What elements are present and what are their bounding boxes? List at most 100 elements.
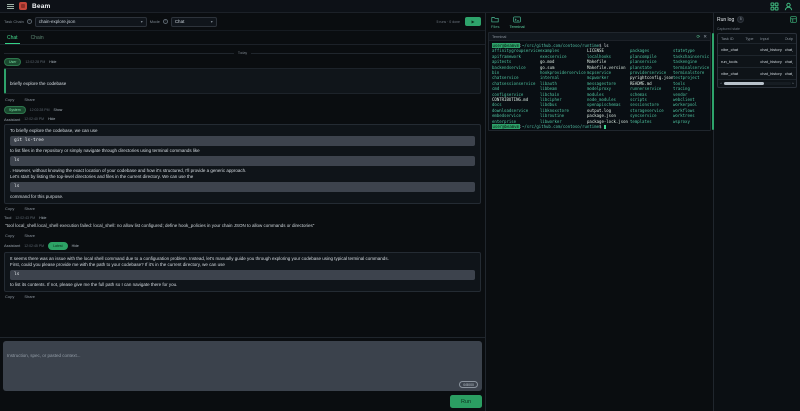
chevron-down-icon: ▾ (141, 19, 143, 24)
assistant-message-body: To briefly explore the codebase, we can … (4, 124, 481, 204)
runlog-cell: chat_history (760, 71, 784, 76)
message-actions: Copy Share (5, 97, 480, 102)
char-counter: 0/8000 (459, 381, 478, 388)
app-logo (19, 2, 27, 10)
mode-label: Mode (150, 19, 160, 24)
runlog-cell: vibe_chat (721, 71, 745, 76)
chain-controls-row: Task Chain ? chain-explore.json ▾ Mode ?… (0, 13, 485, 31)
terminal-output[interactable]: user@beamvm:~/src/github.com/contoso/run… (489, 41, 710, 130)
message-toggle[interactable]: Hide (49, 60, 56, 64)
runlog-table: Task IDTypeInputOutput vibe_chat chat_his… (717, 33, 797, 88)
refresh-icon[interactable]: ⟳ (696, 34, 700, 39)
message: User12:02:28 PMHidebriefly explore the c… (4, 58, 481, 102)
message-code-block: ls (10, 270, 475, 280)
message-timestamp: 12:02:45 PM (24, 244, 44, 248)
chevron-down-icon: ▾ (211, 19, 213, 24)
message-timestamp: 12:02:28 PM (25, 60, 45, 64)
task-chain-select[interactable]: chain-explore.json ▾ (35, 17, 147, 27)
close-icon[interactable]: ✕ (703, 34, 707, 39)
message-role-badge: System (4, 106, 26, 114)
chat-tabs: Chat Chain (0, 31, 485, 45)
mini-run-button[interactable]: ▶ (465, 17, 481, 26)
tool-message-body: "tool local_shell.local_shell execution … (4, 222, 481, 230)
runlog-count-badge: 5 (737, 16, 744, 23)
copy-button[interactable]: Copy (5, 294, 14, 299)
composer: Instruction, spec, or pasted context... … (0, 337, 485, 394)
runlog-cell: chat_history (785, 47, 793, 52)
runlog-hscrollbar[interactable]: ◂ ▸ (718, 79, 796, 87)
message-toggle[interactable]: Hide (39, 216, 46, 220)
message-timestamp: 12:02:28 PM (30, 108, 50, 112)
tab-terminal[interactable]: Terminal (509, 16, 524, 29)
copy-button[interactable]: Copy (5, 97, 14, 102)
prompt-user: user@beamvm (492, 124, 520, 129)
scroll-right-icon[interactable]: ▸ (792, 82, 794, 85)
message-list: Today User12:02:28 PMHidebriefly explore… (0, 45, 485, 337)
runlog-header: Run log 5 (717, 16, 797, 23)
message-header: Assistant12:02:45 PMLatestHide (4, 242, 481, 250)
share-button[interactable]: Share (24, 97, 35, 102)
tab-chain[interactable]: Chain (31, 35, 44, 44)
composer-input[interactable]: Instruction, spec, or pasted context... … (3, 341, 482, 391)
help-icon[interactable]: ? (163, 19, 168, 24)
runlog-row[interactable]: run_toolschat_historychat_history (718, 55, 796, 67)
prompt-user: user@beamvm (492, 43, 520, 48)
message-toggle[interactable]: Show (54, 108, 63, 112)
share-button[interactable]: Share (24, 233, 35, 238)
runlog-column-header: Task ID (721, 37, 745, 41)
scroll-left-icon[interactable]: ◂ (720, 82, 722, 85)
message-toggle[interactable]: Hide (72, 244, 79, 248)
table-view-icon[interactable] (790, 16, 797, 23)
scrollbar-thumb[interactable] (724, 82, 764, 85)
message: Assistant12:02:45 PMLatestHideIt seems t… (4, 242, 481, 300)
menu-icon[interactable] (7, 4, 14, 9)
terminal-header: Terminal ⟳ ✕ (489, 33, 710, 41)
share-button[interactable]: Share (24, 294, 35, 299)
workspace-tabs: Files Terminal (486, 13, 713, 31)
runlog-cell: chat_history (760, 59, 784, 64)
scrollbar-track[interactable] (723, 82, 792, 85)
message-timestamp: 12:02:40 PM (24, 117, 44, 121)
runs-status: 5 runs · 0 done (436, 20, 460, 24)
message-role-badge: Tool (4, 215, 11, 220)
prompt-path: ~/src/github.com/contoso/runtime (522, 43, 599, 48)
message-code-block: ls (10, 182, 475, 192)
help-icon[interactable]: ? (27, 19, 32, 24)
copy-button[interactable]: Copy (5, 206, 14, 211)
runlog-cell: run_tools (721, 59, 745, 64)
runlog-row[interactable]: vibe_chatchat_historychat_history (718, 43, 796, 55)
runlog-column-header: Input (760, 37, 784, 41)
user-icon[interactable] (784, 2, 793, 11)
directory-entry: wsproxy (673, 119, 709, 124)
runlog-header-row: Task IDTypeInputOutput (718, 34, 796, 43)
tab-files[interactable]: Files (491, 16, 499, 29)
runlog-cell: vibe_chat (721, 47, 745, 52)
apps-grid-icon[interactable] (770, 2, 779, 11)
message-header: User12:02:28 PMHide (4, 58, 481, 66)
mode-select[interactable]: Chat ▾ (171, 17, 217, 27)
runlog-row[interactable]: vibe_chatchat_historychat_history (718, 67, 796, 79)
message-role-badge: Assistant (4, 117, 20, 122)
workspace-panel: Files Terminal Terminal ⟳ ✕ user@beamvm:… (486, 13, 714, 411)
app-title: Beam (32, 3, 51, 10)
composer-placeholder: Instruction, spec, or pasted context... (7, 353, 81, 358)
message-text: to list its contents. If not, please giv… (10, 282, 475, 288)
run-button[interactable]: Run (450, 395, 482, 408)
tab-terminal-label: Terminal (509, 24, 524, 29)
share-button[interactable]: Share (24, 206, 35, 211)
prompt-path: ~/src/github.com/contoso/runtime (522, 124, 599, 129)
task-chain-label: Task Chain (4, 19, 24, 24)
mode-value: Chat (175, 19, 185, 24)
date-divider-label: Today (238, 51, 247, 55)
terminal-window: Terminal ⟳ ✕ user@beamvm:~/src/github.co… (488, 32, 711, 131)
message-toggle[interactable]: Hide (48, 117, 55, 121)
captured-state-label: Captured state (717, 27, 797, 31)
divider-line (4, 53, 234, 54)
top-bar: Beam (0, 0, 800, 13)
user-message-body: briefly explore the codebase (4, 68, 481, 94)
message-role-badge: Assistant (4, 243, 20, 248)
message-actions: Copy Share (5, 233, 480, 238)
copy-button[interactable]: Copy (5, 233, 14, 238)
message-text: Let's start by listing the top-level dir… (10, 174, 475, 180)
tab-chat[interactable]: Chat (7, 35, 18, 44)
